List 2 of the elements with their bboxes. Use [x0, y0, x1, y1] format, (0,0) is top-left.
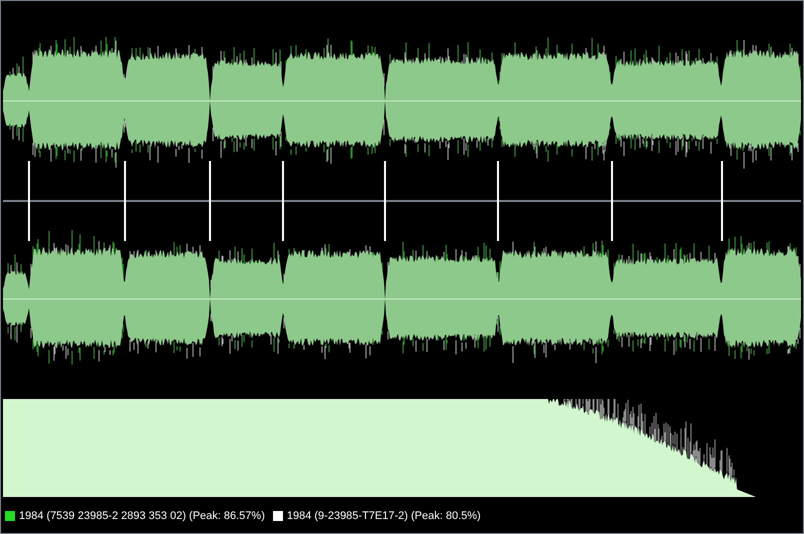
legend-label: 1984 (9-23985-T7E17-2) (Peak: 80.5%)	[286, 509, 481, 524]
legend-label: 1984 (7539 23985-2 2893 353 02) (Peak: 86.57%)	[19, 509, 265, 524]
